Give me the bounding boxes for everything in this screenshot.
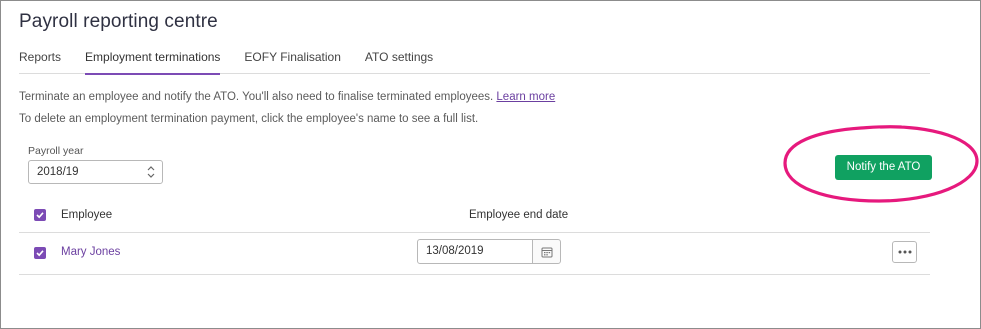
tab-reports[interactable]: Reports: [19, 45, 61, 74]
row-actions-button[interactable]: [892, 241, 917, 263]
end-date-input[interactable]: 13/08/2019: [417, 239, 533, 264]
app-window: Payroll reporting centre Reports Employm…: [0, 0, 981, 329]
row-checkbox[interactable]: [34, 247, 46, 259]
checkmark-icon: [36, 250, 44, 257]
table-header-row: Employee Employee end date: [19, 201, 930, 233]
payroll-year-select[interactable]: 2018/19: [28, 160, 163, 184]
ellipsis-icon: [898, 250, 912, 254]
end-date-column-header: Employee end date: [469, 209, 569, 221]
tab-eofy-finalisation[interactable]: EOFY Finalisation: [244, 45, 341, 74]
select-all-checkbox[interactable]: [34, 209, 46, 221]
up-down-chevron-icon: [147, 166, 155, 178]
table-row: Mary Jones 13/08/2019: [19, 233, 930, 275]
employee-name-link[interactable]: Mary Jones: [61, 246, 120, 258]
tab-ato-settings[interactable]: ATO settings: [365, 45, 433, 74]
payroll-year-value: 2018/19: [37, 166, 79, 178]
info-text-line1: Terminate an employee and notify the ATO…: [19, 91, 494, 103]
notify-ato-button[interactable]: Notify the ATO: [835, 155, 932, 180]
delete-help-text: To delete an employment termination paym…: [19, 113, 479, 125]
payroll-year-label: Payroll year: [28, 145, 84, 157]
tab-bar: Reports Employment terminations EOFY Fin…: [19, 45, 930, 75]
info-text: Terminate an employee and notify the ATO…: [19, 91, 555, 103]
date-picker-button[interactable]: [532, 239, 561, 264]
calendar-icon: [541, 247, 553, 258]
tab-employment-terminations[interactable]: Employment terminations: [85, 45, 221, 75]
employee-column-header: Employee: [61, 209, 113, 221]
checkmark-icon: [36, 212, 44, 219]
page-title: Payroll reporting centre: [19, 11, 218, 32]
learn-more-link[interactable]: Learn more: [496, 91, 555, 103]
